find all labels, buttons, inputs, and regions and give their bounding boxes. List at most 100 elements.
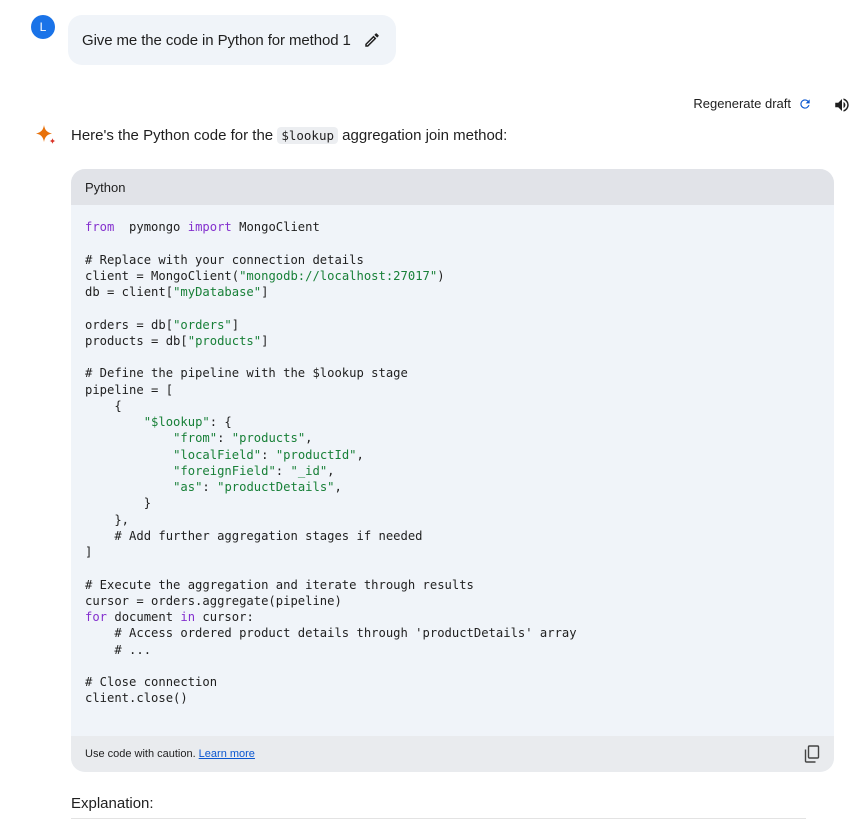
code-token: cursor: xyxy=(195,610,254,624)
response-intro: Here's the Python code for the $lookup a… xyxy=(71,127,507,144)
code-token: ) xyxy=(437,268,445,283)
explanation-heading: Explanation: xyxy=(71,795,154,812)
code-token: pymongo xyxy=(114,220,188,234)
code-line: "foreignField": "_id", xyxy=(85,463,335,478)
code-line: # Replace with your connection details xyxy=(85,253,364,267)
code-string: "mongodb://localhost:27017" xyxy=(239,268,438,283)
code-token: : xyxy=(275,463,291,478)
code-string: "foreignField" xyxy=(173,463,276,478)
code-token: # Execute the aggregation and iterate th… xyxy=(85,577,474,592)
code-keyword: import xyxy=(187,220,232,234)
code-line: "$lookup": { xyxy=(85,415,232,429)
code-token: , xyxy=(327,463,335,478)
code-line: } xyxy=(85,496,151,510)
code-token: MongoClient xyxy=(231,220,320,234)
code-string: "products" xyxy=(187,333,262,348)
code-line: # Define the pipeline with the $lookup s… xyxy=(85,366,408,380)
code-token: # Access ordered product details through… xyxy=(85,626,577,641)
code-line: "from": "products", xyxy=(85,431,313,446)
code-line: cursor = orders.aggregate(pipeline) xyxy=(85,594,342,608)
code-string: "productId" xyxy=(275,447,357,462)
code-token: # Close connection xyxy=(85,675,218,689)
code-token: ] xyxy=(85,545,93,559)
code-keyword: from xyxy=(85,220,115,234)
code-keyword: for xyxy=(85,610,108,624)
code-token: db = client[ xyxy=(85,285,174,299)
code-token: products = db[ xyxy=(85,333,188,348)
regenerate-draft-button[interactable]: Regenerate draft xyxy=(693,96,812,111)
code-token: , xyxy=(356,447,364,462)
code-string: "products" xyxy=(231,431,306,446)
code-token: cursor = orders.aggregate(pipeline) xyxy=(85,593,342,608)
code-string: "localField" xyxy=(173,447,262,462)
gemini-spark-icon xyxy=(33,123,59,149)
code-token: } xyxy=(85,496,152,511)
code-token: # Define the pipeline with the $lookup s… xyxy=(85,366,408,381)
code-text[interactable]: from pymongo import MongoClient # Replac… xyxy=(85,219,577,707)
code-body: from pymongo import MongoClient # Replac… xyxy=(71,205,834,736)
learn-more-link[interactable]: Learn more xyxy=(199,748,255,760)
refresh-icon xyxy=(798,97,812,111)
code-line: { xyxy=(85,398,122,413)
code-line: orders = db["orders"] xyxy=(85,318,239,332)
code-token: : { xyxy=(209,415,232,429)
code-token: orders = db[ xyxy=(85,317,174,332)
code-line: # Execute the aggregation and iterate th… xyxy=(85,578,474,592)
code-token: document xyxy=(107,610,181,624)
intro-text-after: aggregation join method: xyxy=(338,127,508,144)
code-string: "myDatabase" xyxy=(173,285,262,299)
code-line: "as": "productDetails", xyxy=(85,480,342,494)
code-line: }, xyxy=(85,513,129,527)
code-token: # ... xyxy=(85,642,152,657)
user-prompt-bubble: Give me the code in Python for method 1 xyxy=(68,15,396,65)
code-footer: Use code with caution. Learn more xyxy=(71,736,834,772)
inline-code-lookup: $lookup xyxy=(277,127,339,144)
code-line: client = MongoClient("mongodb://localhos… xyxy=(85,269,445,283)
code-token: client.close() xyxy=(85,691,188,706)
code-string: "productDetails" xyxy=(217,480,335,494)
code-keyword: in xyxy=(180,610,196,624)
code-token: ] xyxy=(231,317,240,332)
regenerate-draft-label: Regenerate draft xyxy=(693,96,791,111)
code-token: # Add further aggregation stages if need… xyxy=(85,528,423,543)
code-line: # Access ordered product details through… xyxy=(85,626,577,641)
user-prompt-text: Give me the code in Python for method 1 xyxy=(82,31,351,49)
code-line: "localField": "productId", xyxy=(85,448,364,462)
code-line: db = client["myDatabase"] xyxy=(85,285,268,299)
code-token: ] xyxy=(261,285,269,299)
code-token: client = MongoClient( xyxy=(85,268,240,283)
intro-text-before: Here's the Python code for the xyxy=(71,127,278,144)
code-line: for document in cursor: xyxy=(85,610,254,624)
code-token: , xyxy=(334,480,342,494)
code-line: # Add further aggregation stages if need… xyxy=(85,528,423,543)
code-token: : xyxy=(217,431,232,446)
code-line: # Close connection xyxy=(85,675,217,689)
user-avatar: L xyxy=(31,15,55,39)
code-token: }, xyxy=(85,512,130,527)
code-string: "$lookup" xyxy=(143,415,210,429)
code-line: ] xyxy=(85,545,92,559)
copy-icon[interactable] xyxy=(804,745,820,763)
code-token: , xyxy=(305,431,313,446)
code-token: ] xyxy=(261,333,269,348)
code-token: { xyxy=(85,398,122,413)
pencil-icon[interactable] xyxy=(363,31,381,49)
code-line: pipeline = [ xyxy=(85,383,173,397)
code-string: "from" xyxy=(173,431,218,446)
code-token: : xyxy=(202,480,218,494)
code-line: client.close() xyxy=(85,691,188,705)
code-token: : xyxy=(261,447,276,462)
speaker-icon[interactable] xyxy=(833,96,851,114)
caution-text: Use code with caution. xyxy=(85,748,196,760)
divider xyxy=(71,818,806,819)
code-string: "_id" xyxy=(290,463,328,478)
code-string: "orders" xyxy=(173,317,232,332)
code-block: Python from pymongo import MongoClient #… xyxy=(71,169,834,772)
code-token: pipeline = [ xyxy=(85,382,174,397)
code-language-header: Python xyxy=(71,169,834,205)
